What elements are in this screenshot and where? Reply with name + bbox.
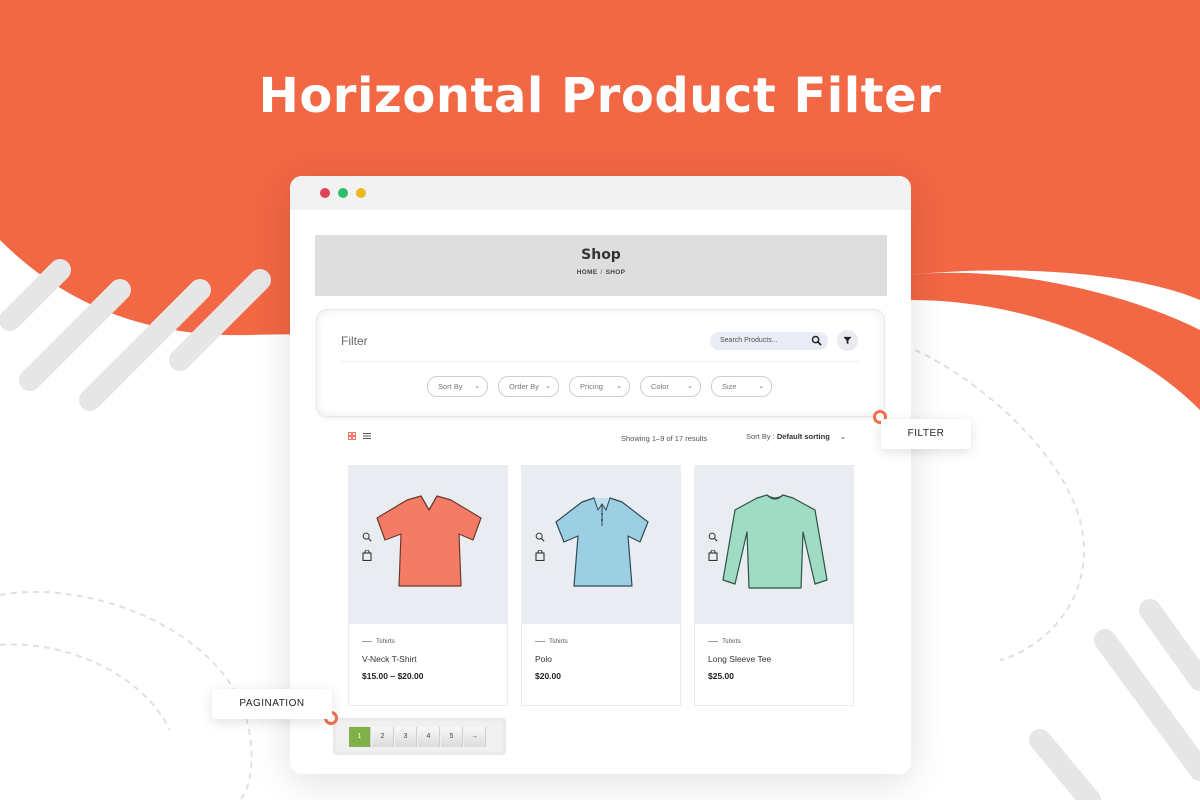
color-dropdown[interactable]: Color ⌄	[640, 376, 701, 397]
dropdown-label: Color	[651, 382, 669, 391]
sort-by-dropdown[interactable]: Sort By ⌄	[427, 376, 488, 397]
page-1-button[interactable]: 1	[349, 727, 371, 747]
size-dropdown[interactable]: Size ⌄	[711, 376, 772, 397]
close-window-button[interactable]	[320, 188, 330, 198]
search-products-input[interactable]: Search Products...	[710, 332, 828, 350]
chevron-down-icon: ⌄	[687, 383, 693, 390]
add-to-cart-icon[interactable]	[362, 550, 372, 561]
dropdown-label: Order By	[509, 382, 540, 391]
product-category: Tshirts	[362, 638, 395, 645]
list-view-icon[interactable]	[363, 432, 371, 440]
sort-select[interactable]: Sort By : Default sorting ⌄	[746, 432, 846, 441]
filter-toggle-button[interactable]	[837, 330, 858, 351]
hero-title: Horizontal Product Filter	[258, 68, 942, 124]
chevron-down-icon: ⌄	[839, 432, 847, 441]
sort-prefix: Sort By :	[746, 432, 775, 441]
pagination-callout-tag: PAGINATION	[212, 689, 332, 719]
page-title: Shop	[581, 247, 621, 263]
product-name[interactable]: Polo	[535, 654, 552, 664]
shop-header: Shop HOME / SHOP	[315, 235, 887, 296]
browser-window: Shop HOME / SHOP Filter Search Products...…	[290, 176, 911, 774]
grid-view-icon[interactable]	[348, 432, 356, 440]
chevron-down-icon: ⌄	[545, 383, 551, 390]
zoom-icon[interactable]	[362, 532, 372, 542]
chevron-down-icon: ⌄	[474, 383, 480, 390]
polo-shirt-image	[555, 497, 649, 587]
horizontal-filter-panel: Filter Search Products... Sort By ⌄ Order…	[317, 310, 884, 416]
product-name[interactable]: V-Neck T-Shirt	[362, 654, 417, 664]
product-category: Tshirts	[535, 638, 568, 645]
pagination: 1 2 3 4 5 →	[333, 718, 506, 755]
filter-heading: Filter	[341, 334, 368, 348]
add-to-cart-icon[interactable]	[708, 550, 718, 561]
filter-callout-tag: FILTER	[881, 419, 971, 449]
product-category-label: Tshirts	[376, 638, 395, 645]
chevron-down-icon: ⌄	[616, 383, 622, 390]
product-card[interactable]: Tshirts Long Sleeve Tee $25.00	[694, 465, 854, 706]
search-icon[interactable]	[811, 335, 822, 346]
product-price: $20.00	[535, 671, 561, 681]
chevron-down-icon: ⌄	[758, 383, 764, 390]
v-neck-tshirt-image	[376, 495, 482, 587]
breadcrumb-home-link[interactable]: HOME	[577, 269, 598, 276]
breadcrumb-current: SHOP	[605, 269, 626, 276]
product-image[interactable]	[349, 466, 507, 624]
order-by-dropdown[interactable]: Order By ⌄	[498, 376, 559, 397]
product-category-label: Tshirts	[549, 638, 568, 645]
filter-divider	[341, 361, 859, 362]
breadcrumb: HOME / SHOP	[576, 269, 626, 276]
search-placeholder: Search Products...	[720, 337, 778, 344]
product-price: $15.00 – $20.00	[362, 671, 424, 681]
page-4-button[interactable]: 4	[418, 727, 440, 747]
zoom-icon[interactable]	[708, 532, 718, 542]
add-to-cart-icon[interactable]	[535, 550, 545, 561]
long-sleeve-tee-image	[722, 494, 828, 589]
pricing-dropdown[interactable]: Pricing ⌄	[569, 376, 630, 397]
product-category-label: Tshirts	[722, 638, 741, 645]
maximize-window-button[interactable]	[338, 188, 348, 198]
product-category: Tshirts	[708, 638, 741, 645]
dropdown-label: Size	[722, 382, 737, 391]
zoom-icon[interactable]	[535, 532, 545, 542]
results-count: Showing 1–9 of 17 results	[621, 434, 708, 443]
sort-value: Default sorting	[776, 432, 830, 441]
funnel-icon	[843, 336, 852, 345]
product-name[interactable]: Long Sleeve Tee	[708, 654, 771, 664]
product-image[interactable]	[695, 466, 853, 624]
page-2-button[interactable]: 2	[372, 727, 394, 747]
page-5-button[interactable]: 5	[441, 727, 463, 747]
product-card[interactable]: Tshirts Polo $20.00	[521, 465, 681, 706]
dropdown-label: Pricing	[580, 382, 603, 391]
dropdown-label: Sort By	[438, 382, 463, 391]
product-card[interactable]: Tshirts V-Neck T-Shirt $15.00 – $20.00	[348, 465, 508, 706]
product-price: $25.00	[708, 671, 734, 681]
window-title-bar	[290, 176, 911, 210]
product-image[interactable]	[522, 466, 680, 624]
minimize-window-button[interactable]	[356, 188, 366, 198]
next-page-button[interactable]: →	[464, 727, 486, 747]
page-3-button[interactable]: 3	[395, 727, 417, 747]
